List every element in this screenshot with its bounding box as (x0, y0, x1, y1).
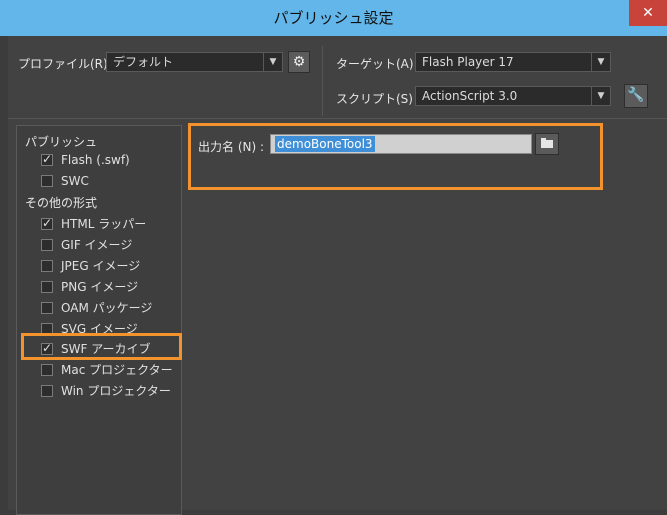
script-dropdown[interactable]: ActionScript 3.0 ▼ (415, 86, 611, 106)
item-label: SWC (61, 174, 89, 188)
wrench-icon: 🔧 (627, 87, 645, 103)
checkbox-swc[interactable] (41, 174, 53, 187)
vertical-divider (322, 46, 323, 116)
output-name-label: 出力名 (N) : (198, 140, 265, 154)
item-label: PNG イメージ (61, 280, 139, 294)
format-list-panel: パブリッシュ Flash (.swf) SWC その他の形式 HTML ラッパー… (16, 125, 182, 515)
script-label: スクリプト(S) : (336, 92, 421, 106)
list-item-gif[interactable]: GIF イメージ (41, 236, 132, 254)
target-label: ターゲット(A) : (336, 57, 422, 71)
item-label: Win プロジェクター (61, 384, 171, 398)
output-name-value: demoBoneTool3 (275, 136, 375, 152)
list-item-html[interactable]: HTML ラッパー (41, 215, 146, 233)
script-value: ActionScript 3.0 (422, 89, 518, 103)
swf-archive-highlight (21, 333, 182, 360)
close-button[interactable]: ✕ (629, 0, 667, 26)
profile-label: プロファイル(R) : (18, 57, 116, 71)
item-label: GIF イメージ (61, 238, 133, 252)
list-item-mac-projector[interactable]: Mac プロジェクター (41, 361, 173, 379)
list-item-flash[interactable]: Flash (.swf) (41, 152, 130, 171)
target-value: Flash Player 17 (422, 55, 514, 69)
list-item-swc[interactable]: SWC (41, 174, 89, 192)
output-name-field[interactable]: demoBoneTool3 (270, 134, 532, 154)
script-settings-button[interactable]: 🔧 (624, 84, 648, 108)
target-dropdown[interactable]: Flash Player 17 ▼ (415, 52, 611, 72)
item-label: Flash (.swf) (61, 153, 130, 167)
horizontal-divider (8, 118, 667, 119)
window-title: パブリッシュ設定 (273, 9, 394, 27)
chevron-down-icon: ▼ (263, 53, 282, 71)
profile-value: デフォルト (113, 55, 174, 69)
publish-group-label: パブリッシュ (25, 135, 98, 149)
other-formats-group-label: その他の形式 (25, 196, 98, 210)
browse-folder-button[interactable] (535, 133, 559, 155)
checkbox-png[interactable] (41, 280, 53, 293)
checkbox-oam[interactable] (41, 301, 53, 314)
checkbox-mac-projector[interactable] (41, 363, 53, 376)
list-item-png[interactable]: PNG イメージ (41, 278, 138, 296)
checkbox-flash[interactable] (41, 152, 53, 166)
profile-settings-button[interactable]: ⚙ (288, 51, 310, 73)
item-label: HTML ラッパー (61, 217, 147, 231)
profile-dropdown[interactable]: デフォルト ▼ (106, 52, 283, 72)
chevron-down-icon: ▼ (591, 87, 610, 105)
list-item-win-projector[interactable]: Win プロジェクター (41, 382, 171, 400)
checkbox-jpeg[interactable] (41, 259, 53, 272)
item-label: Mac プロジェクター (61, 363, 173, 377)
chevron-down-icon: ▼ (591, 53, 610, 71)
checkbox-html[interactable] (41, 216, 53, 230)
list-item-jpeg[interactable]: JPEG イメージ (41, 257, 140, 275)
list-item-oam[interactable]: OAM パッケージ (41, 299, 152, 317)
item-label: OAM パッケージ (61, 301, 153, 315)
checkbox-win-projector[interactable] (41, 384, 53, 397)
item-label: JPEG イメージ (61, 259, 141, 273)
close-icon: ✕ (642, 5, 654, 21)
gear-icon: ⚙ (292, 54, 306, 70)
checkbox-gif[interactable] (41, 238, 53, 251)
